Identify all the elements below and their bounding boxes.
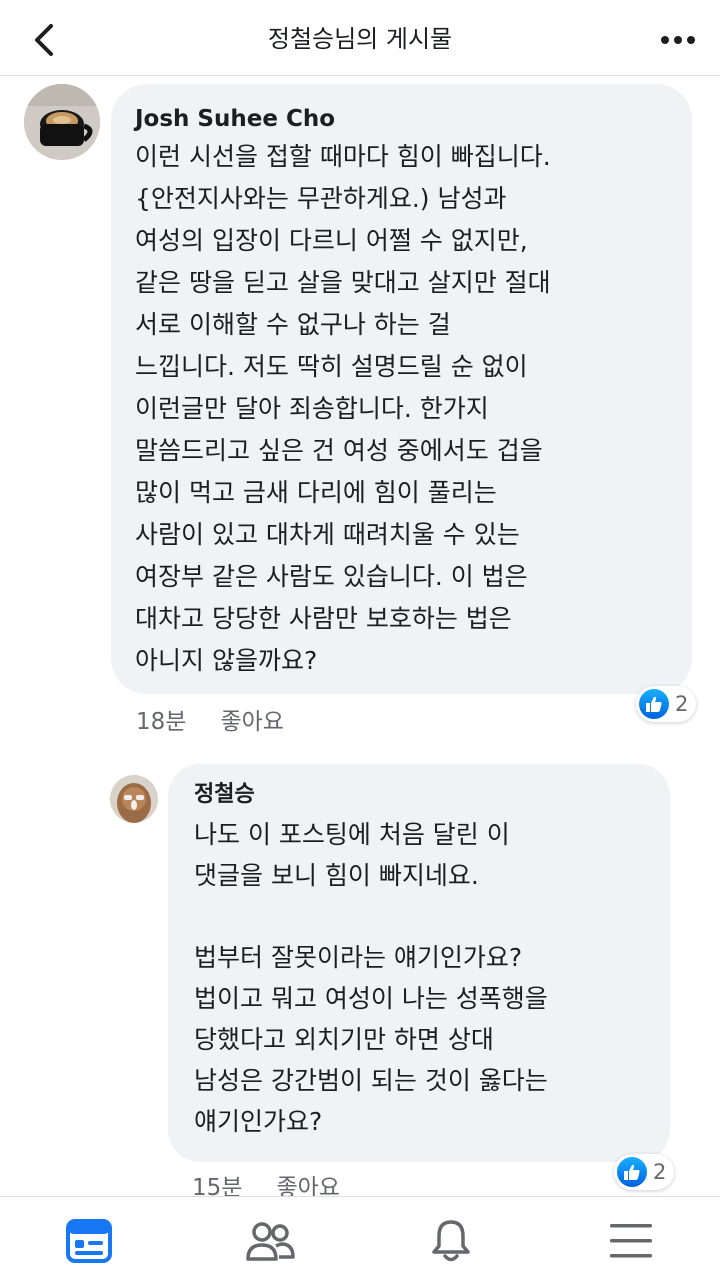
comment-bubble[interactable]: Josh Suhee Cho 이런 시선을 접할 때마다 힘이 빠집니다. {안… [111, 84, 692, 694]
avatar[interactable] [24, 84, 100, 160]
top-bar: 정철승님의 게시물 [0, 0, 720, 76]
page-title: 정철승님의 게시물 [267, 25, 453, 53]
reaction-count: 2 [653, 1160, 667, 1184]
tab-notifications[interactable] [411, 1211, 491, 1271]
tab-menu[interactable] [591, 1211, 671, 1271]
chevron-left-icon [35, 24, 53, 56]
friends-icon [246, 1222, 295, 1261]
thumbs-up-icon [617, 1157, 647, 1187]
bottom-tab-bar [0, 1196, 720, 1281]
comment-timestamp[interactable]: 18분 [136, 702, 186, 736]
like-button[interactable]: 좋아요 [220, 702, 283, 736]
reaction-count-badge[interactable]: 2 [636, 686, 697, 722]
thumbs-up-icon [639, 689, 669, 719]
comment-author[interactable]: 정철승 [194, 780, 644, 810]
avatar[interactable] [110, 775, 158, 823]
more-dots-icon [661, 36, 695, 44]
notifications-bell-icon [432, 1220, 470, 1262]
reply-bubble[interactable]: 정철승 나도 이 포스팅에 처음 달린 이 댓글을 보니 힘이 빠지네요. 법부… [168, 764, 670, 1162]
news-feed-icon [66, 1219, 112, 1263]
comment-text: 이런 시선을 접할 때마다 힘이 빠집니다. {안전지사와는 무관하게요.) 남… [135, 142, 551, 675]
coffee-cup-avatar-image [24, 84, 100, 160]
tab-news-feed[interactable] [49, 1211, 129, 1271]
reaction-count: 2 [675, 692, 689, 716]
back-button[interactable] [22, 18, 66, 62]
reaction-count-badge[interactable]: 2 [614, 1154, 675, 1190]
figure-avatar-image [110, 775, 158, 823]
comment-meta: 18분 좋아요 [136, 702, 284, 736]
comment-text: 나도 이 포스팅에 처음 달린 이 댓글을 보니 힘이 빠지네요. 법부터 잘못… [194, 820, 548, 1136]
more-options-button[interactable] [650, 18, 706, 62]
tab-friends[interactable] [230, 1211, 310, 1271]
comment-author[interactable]: Josh Suhee Cho [135, 104, 668, 134]
menu-icon [610, 1224, 652, 1258]
